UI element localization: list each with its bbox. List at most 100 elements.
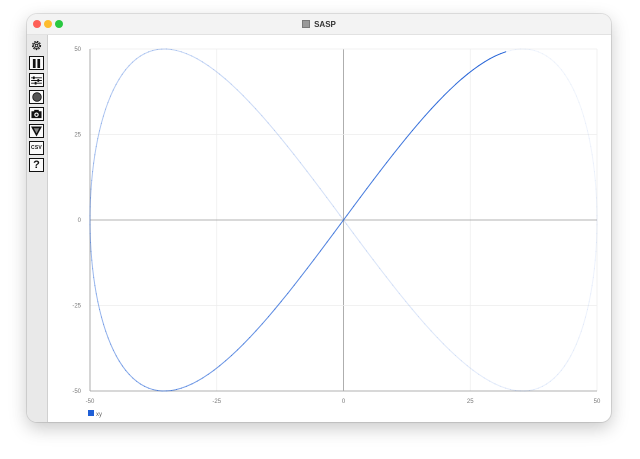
x-tick-label: 25 [467, 399, 474, 405]
curve-segment [242, 95, 250, 103]
curve-segment [430, 101, 439, 110]
curve-segment [580, 323, 584, 332]
y-tick-label: -25 [72, 304, 81, 310]
curve-segment [510, 49, 517, 51]
curve-segment [224, 78, 232, 85]
curve-segment [110, 89, 114, 97]
y-tick-label: 25 [74, 133, 81, 139]
curve-segment [115, 355, 120, 362]
curve-segment [478, 373, 485, 379]
curve-segment [541, 383, 548, 387]
curve-segment [218, 73, 226, 80]
curve-segment [483, 58, 491, 63]
curve-segment [567, 78, 572, 85]
curve-segment [299, 162, 308, 172]
curve-segment [570, 349, 575, 357]
curve-segment [125, 65, 130, 71]
curve-segment [533, 387, 539, 391]
curve-segment [588, 138, 592, 148]
curve-segment [437, 95, 445, 103]
curve-segment [553, 373, 559, 379]
curve-segment [573, 89, 577, 97]
curve-segment [280, 292, 289, 302]
curve-segment [333, 223, 341, 234]
curve-segment [499, 385, 506, 389]
curve-segment [93, 276, 96, 287]
curve-segment [411, 308, 419, 318]
curve-segment [98, 122, 102, 132]
curve-segment [191, 380, 198, 385]
curve-segment [560, 365, 566, 371]
curve-segment [553, 61, 559, 67]
curve-segment [100, 316, 105, 325]
curve-segment [564, 360, 569, 367]
curve-segment [95, 138, 99, 148]
curve-segment [306, 259, 315, 269]
curve-segment [489, 55, 496, 60]
curve-segment [592, 162, 595, 173]
curve-segment [287, 284, 295, 294]
curve-segment [107, 337, 112, 345]
curve-segment [585, 309, 588, 318]
curve-segment [529, 389, 535, 391]
curve-segment [578, 330, 582, 339]
curve-segment [268, 308, 276, 318]
curve-segment [549, 377, 555, 382]
curve-segment [100, 115, 104, 124]
curve-segment [332, 205, 341, 216]
curve-segment [472, 369, 480, 375]
curve-segment [144, 385, 150, 389]
curve-segment [237, 343, 245, 351]
curve-segment [175, 387, 183, 390]
curve-segment [424, 323, 432, 332]
curve-segment [92, 268, 95, 278]
curve-segment [418, 316, 426, 325]
curve-segment [379, 162, 388, 172]
curve-segment [139, 383, 146, 387]
curve-segment [366, 250, 374, 261]
curve-segment [147, 50, 154, 53]
curve-segment [280, 137, 288, 147]
curve-segment [105, 101, 109, 110]
curve-segment [286, 145, 295, 155]
curve-segment [575, 337, 580, 345]
curve-segment [595, 242, 597, 252]
curve-segment [95, 293, 99, 303]
curve-segment [319, 241, 328, 252]
curve-segment [170, 49, 177, 51]
curve-segment [385, 276, 394, 286]
x-tick-label: -25 [212, 399, 221, 405]
curve-segment [92, 162, 95, 173]
curve-segment [573, 343, 577, 351]
curve-segment [319, 188, 328, 198]
curve-segment [102, 108, 107, 117]
curve-segment [118, 73, 123, 80]
curve-segment [346, 223, 354, 234]
curve-segment [578, 101, 582, 110]
curve-segment [219, 360, 227, 367]
curve-segment [121, 69, 127, 75]
curve-segment [590, 146, 593, 156]
curve-segment [418, 115, 426, 124]
curve-segment [267, 122, 276, 131]
curve-segment [152, 49, 158, 51]
curve-segment [590, 285, 593, 295]
curve-segment [185, 53, 193, 57]
curve-segment [483, 377, 491, 382]
curve-segment [231, 349, 239, 357]
curve-segment [546, 55, 552, 60]
curve-segment [489, 380, 496, 385]
xy-plot[interactable]: -50 -25 0 25 50 50 25 0 -25 -50 xy [27, 14, 611, 422]
curve-segment [494, 53, 502, 57]
curve-segment [243, 337, 251, 345]
curve-segment [529, 49, 535, 51]
curve-segment [326, 232, 335, 243]
curve-segment [181, 385, 188, 389]
app-window: SASP CSV ? -50 -25 0 25 50 50 25 0 -25 -… [27, 14, 611, 422]
curve-segment [191, 55, 198, 60]
curve-segment [128, 373, 134, 379]
curve-segment [99, 309, 102, 318]
curve-segment [196, 58, 204, 63]
curve-segment [346, 205, 355, 216]
curve-segment [593, 259, 596, 270]
